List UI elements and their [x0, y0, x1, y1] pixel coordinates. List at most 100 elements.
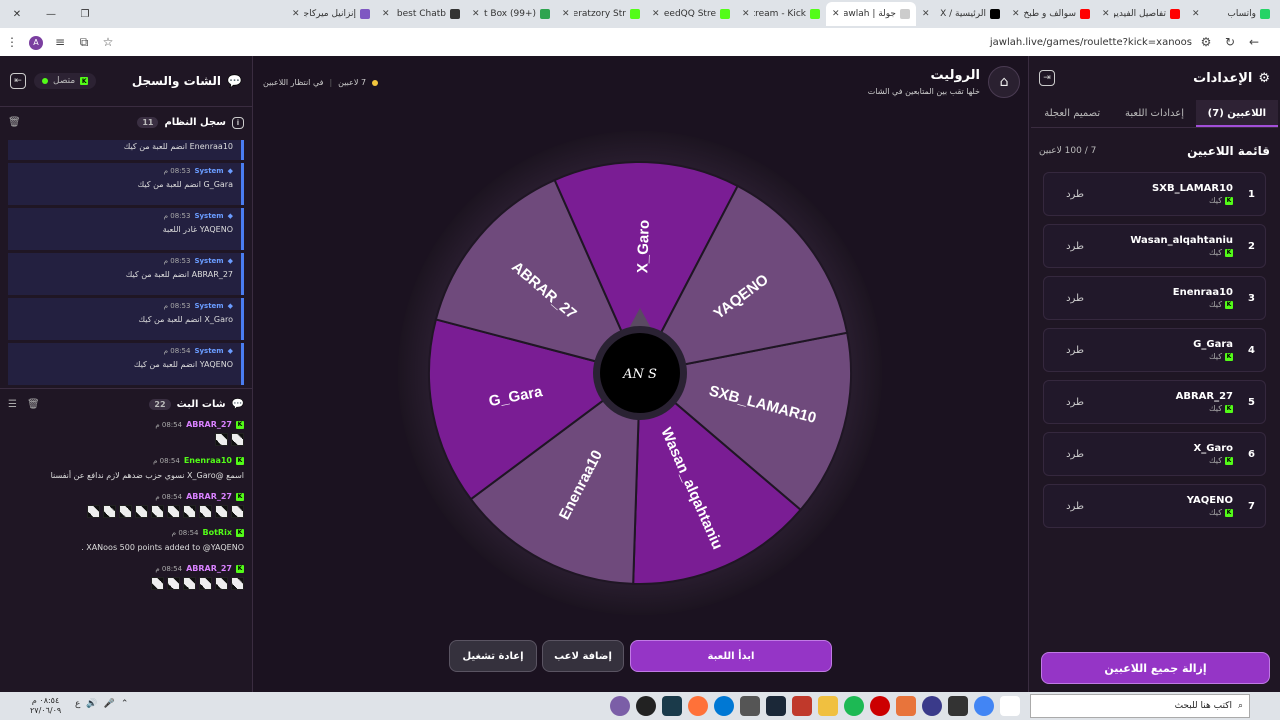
chat-message-meta: K ABRAR_27 08:54 م	[8, 420, 244, 429]
app-icon[interactable]	[740, 696, 760, 716]
clear-all-players-button[interactable]: إزالة جميع اللاعبين	[1041, 652, 1270, 684]
collapse-settings-icon[interactable]: ⇥	[1039, 70, 1055, 86]
taskbar-clock[interactable]: ٠٨:٥٤ م ٢٧/٠٦/٠٩	[30, 696, 61, 716]
app-icon[interactable]	[610, 696, 630, 716]
kick-icon: K	[1225, 404, 1233, 413]
kick-player-button[interactable]: طرد	[1054, 345, 1084, 356]
reload-icon[interactable]: ↻	[1218, 35, 1242, 49]
chat-username[interactable]: BotRix	[203, 528, 232, 537]
spotify-icon[interactable]	[844, 696, 864, 716]
kick-player-button[interactable]: طرد	[1054, 449, 1084, 460]
trash-icon[interactable]: 🗑	[27, 399, 40, 410]
browser-tab[interactable]: واتساب ✕	[1186, 2, 1276, 26]
chat-username[interactable]: ABRAR_27	[186, 492, 232, 501]
chat-username[interactable]: ABRAR_27	[186, 564, 232, 573]
chat-message-text	[8, 505, 244, 518]
chat-username[interactable]: ABRAR_27	[186, 420, 232, 429]
browser-tab[interactable]: Alert Box (99+) ✕	[466, 2, 556, 26]
taskview-icon[interactable]	[1000, 696, 1020, 716]
back-icon[interactable]: ←	[1242, 35, 1266, 49]
settings-tab[interactable]: تصميم العجلة	[1031, 100, 1113, 127]
emote-image	[103, 505, 116, 518]
player-row: 4 G_Gara K كيك طرد	[1043, 328, 1266, 372]
chat-time: 08:54 م	[155, 492, 183, 501]
app-icon[interactable]	[662, 696, 682, 716]
extensions-icon[interactable]: ⧉	[72, 35, 96, 50]
browser-tab[interactable]: YazeedQQ Stre✕	[646, 2, 736, 26]
close-tab-icon[interactable]: ✕	[832, 9, 840, 19]
chevron-up-icon[interactable]: ⌃	[121, 699, 129, 709]
menu-icon[interactable]: ⋮	[0, 35, 24, 49]
trash-icon[interactable]: 🗑	[8, 117, 21, 128]
browser-tab[interactable]: إنزانيل ميركاجو ✕	[286, 2, 376, 26]
system-log-time: 08:53 م	[163, 167, 191, 175]
site-settings-icon[interactable]: ⚙	[1194, 35, 1218, 49]
restart-button[interactable]: إعادة تشغيل	[449, 640, 537, 672]
filter-icon[interactable]: ☰	[8, 399, 17, 410]
player-number: 4	[1248, 344, 1255, 356]
settings-tab[interactable]: اللاعبين (7)	[1195, 100, 1278, 127]
app-icon[interactable]	[870, 696, 890, 716]
kick-player-button[interactable]: طرد	[1054, 501, 1084, 512]
tab-favicon-icon	[900, 9, 910, 19]
playlist-icon[interactable]: ≡	[48, 35, 72, 49]
close-window-icon[interactable]: ✕	[0, 9, 34, 20]
browser-tab[interactable]: تفاصيل الفيديو ✕	[1096, 2, 1186, 26]
close-tab-icon[interactable]: ✕	[652, 9, 660, 19]
close-tab-icon[interactable]: ✕	[472, 9, 480, 19]
chat-username[interactable]: Enenraa10	[184, 456, 232, 465]
system-log-sender: System	[194, 212, 224, 220]
settings-tab[interactable]: إعدادات اللعبة	[1113, 100, 1195, 127]
steam-icon[interactable]	[766, 696, 786, 716]
chat-message-meta: K BotRix 08:54 م	[8, 528, 244, 537]
tab-favicon-icon	[540, 9, 550, 19]
firefox-icon[interactable]	[688, 696, 708, 716]
taskbar: ⌕ اكتب هنا للبحث ع 🔊 🎤 ⌃ ٠٨:٥٤ م ٢٧/٠٦/٠…	[0, 692, 1280, 720]
kick-player-button[interactable]: طرد	[1054, 397, 1084, 408]
collapse-chat-icon[interactable]: ⇤	[10, 73, 26, 89]
app-icon[interactable]	[636, 696, 656, 716]
kick-player-button[interactable]: طرد	[1054, 241, 1084, 252]
chrome-icon[interactable]	[974, 696, 994, 716]
start-game-button[interactable]: ابدأ اللعبة	[630, 640, 832, 672]
edge-icon[interactable]	[714, 696, 734, 716]
browser-tab[interactable]: The best Chatb ✕	[376, 2, 466, 26]
close-tab-icon[interactable]: ✕	[742, 9, 750, 19]
close-tab-icon[interactable]: ✕	[562, 9, 570, 19]
close-tab-icon[interactable]: ✕	[922, 9, 930, 19]
browser-tab[interactable]: سوالف و طبخ ✕	[1006, 2, 1096, 26]
volume-icon[interactable]: 🔊	[86, 699, 97, 709]
browser-tab[interactable]: جولة | Jawlah✕	[826, 2, 916, 26]
connection-dot	[42, 78, 48, 84]
language-indicator[interactable]: ع	[75, 699, 80, 709]
close-tab-icon[interactable]: ✕	[1192, 9, 1200, 19]
app-icon[interactable]	[896, 696, 916, 716]
url-input[interactable]: jawlah.live/games/roulette?kick=xanoos	[990, 37, 1192, 48]
close-tab-icon[interactable]: ✕	[1012, 9, 1020, 19]
kick-player-button[interactable]: طرد	[1054, 189, 1084, 200]
close-tab-icon[interactable]: ✕	[292, 9, 300, 19]
add-player-button[interactable]: إضافة لاعب	[542, 640, 624, 672]
home-icon[interactable]: ⌂	[988, 66, 1020, 98]
profile-avatar[interactable]: A	[24, 34, 48, 50]
window-controls: ✕ — ❐	[0, 0, 102, 28]
address-bar: ⋮ A ≡ ⧉ ☆ jawlah.live/games/roulette?kic…	[0, 28, 1280, 56]
close-tab-icon[interactable]: ✕	[1102, 9, 1110, 19]
app-icon[interactable]	[792, 696, 812, 716]
restore-window-icon[interactable]: ❐	[68, 9, 102, 20]
system-log-text: YAQENO انضم للعبة من كيك	[133, 360, 233, 369]
bookmark-star-icon[interactable]: ☆	[96, 35, 120, 49]
mic-icon[interactable]: 🎤	[104, 699, 115, 709]
taskbar-search-input[interactable]: ⌕ اكتب هنا للبحث	[1030, 694, 1250, 718]
folder-icon[interactable]	[818, 696, 838, 716]
kick-icon: K	[1225, 352, 1233, 361]
browser-tab[interactable]: Stream - Kick ✕	[736, 2, 826, 26]
kick-player-button[interactable]: طرد	[1054, 293, 1084, 304]
browser-tab[interactable]: Alneratzory Str✕	[556, 2, 646, 26]
app-icon[interactable]	[922, 696, 942, 716]
browser-tab[interactable]: الرئيسية / X ✕	[916, 2, 1006, 26]
epic-icon[interactable]	[948, 696, 968, 716]
close-tab-icon[interactable]: ✕	[382, 9, 390, 19]
minimize-window-icon[interactable]: —	[34, 9, 68, 20]
roulette-wheel[interactable]: SXB_LAMAR10Wasan_alqahtaniuEnenraa10G_Ga…	[398, 116, 882, 616]
